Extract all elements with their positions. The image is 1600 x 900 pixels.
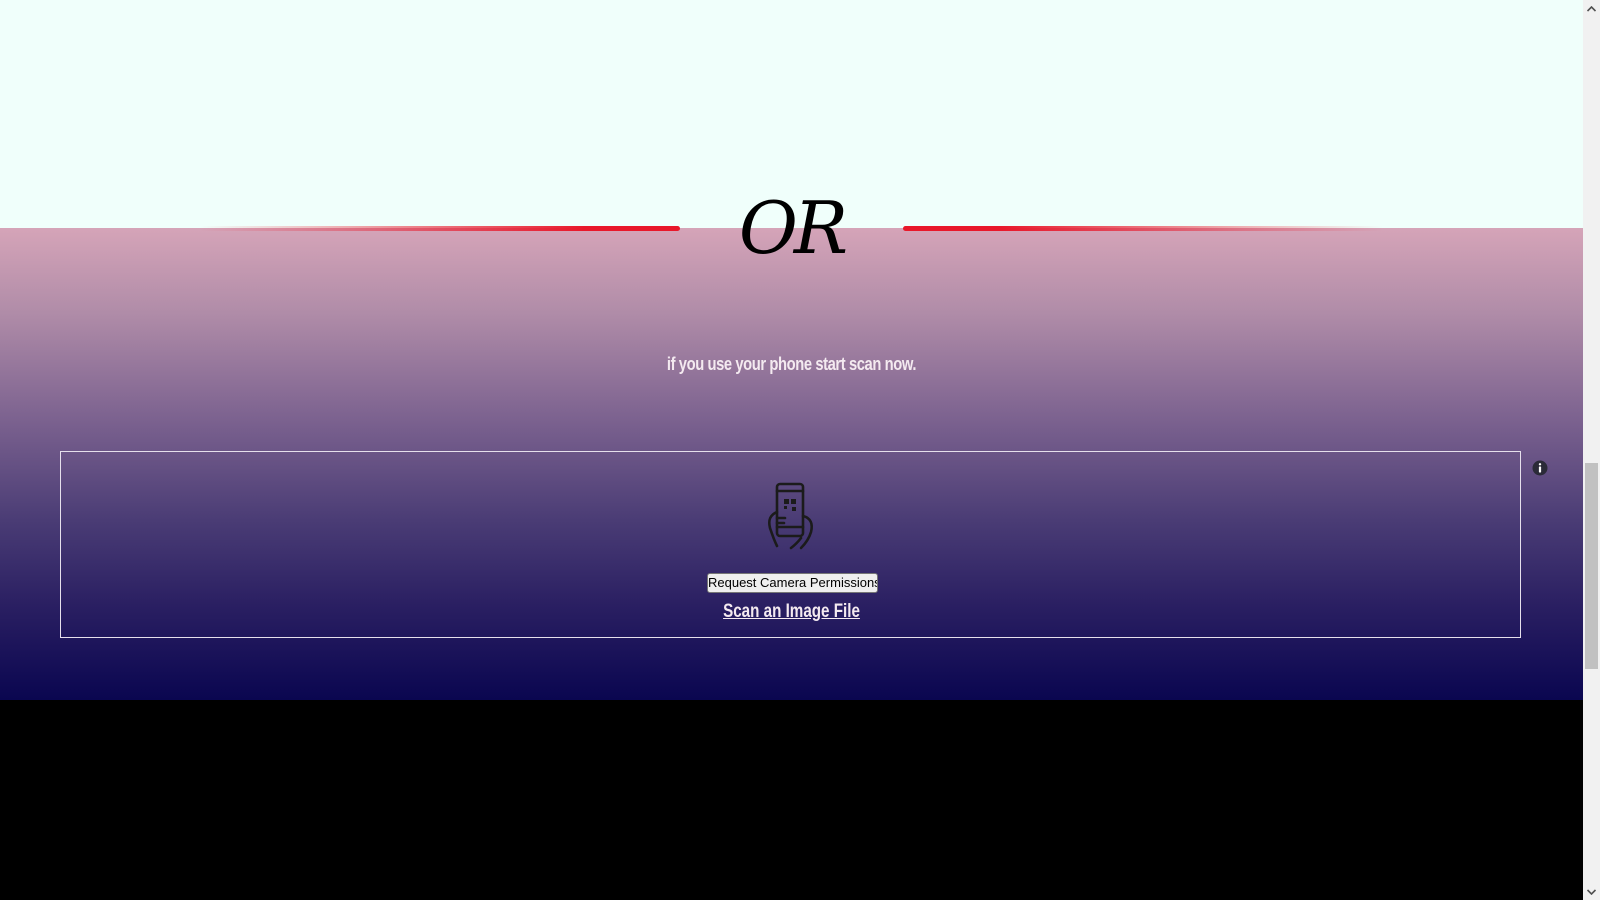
scrollbar-thumb[interactable] bbox=[1585, 463, 1598, 669]
divider-line-left bbox=[200, 226, 680, 231]
chevron-down-icon[interactable] bbox=[1583, 883, 1600, 900]
info-icon[interactable] bbox=[1532, 460, 1548, 476]
scan-image-file-link[interactable]: Scan an Image File bbox=[207, 601, 1376, 623]
or-divider-label: OR bbox=[738, 186, 848, 270]
page-scrollbar[interactable] bbox=[1583, 0, 1600, 900]
chevron-up-icon[interactable] bbox=[1583, 0, 1600, 17]
phone-scan-hint: if you use your phone start scan now. bbox=[666, 354, 917, 374]
page: OR if you use your phone start scan now. bbox=[0, 0, 1583, 900]
request-camera-permissions-button[interactable]: Request Camera Permissions bbox=[707, 573, 878, 593]
footer-section bbox=[0, 700, 1583, 900]
divider-line-right bbox=[903, 226, 1383, 231]
phone-qr-scan-icon bbox=[765, 482, 817, 550]
qr-scanner-region: Request Camera Permissions Scan an Image… bbox=[60, 451, 1548, 638]
